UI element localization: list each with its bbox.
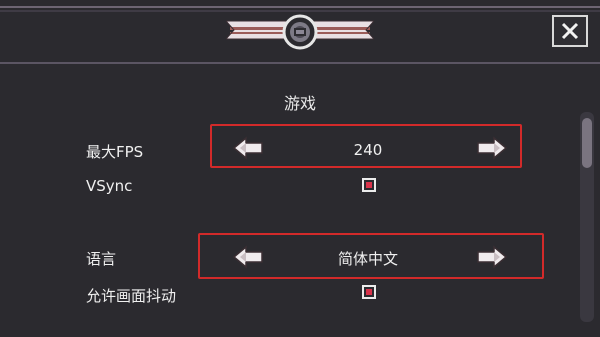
left-arrow-icon[interactable] [232, 245, 266, 269]
checkbox-checked-fill [366, 182, 372, 188]
vsync-checkbox[interactable] [362, 178, 376, 192]
gear-emblem-icon [282, 14, 318, 50]
language-value: 简体中文 [337, 250, 398, 268]
right-arrow-icon[interactable] [474, 136, 508, 160]
section-title: 游戏 [283, 94, 316, 113]
checkbox-checked-fill [366, 289, 372, 295]
header-divider [0, 62, 600, 64]
language-label: 语言 [86, 250, 117, 268]
max-fps-value: 240 [353, 141, 383, 159]
screen-shake-label: 允许画面抖动 [86, 287, 177, 305]
right-arrow-icon[interactable] [474, 245, 508, 269]
screen-shake-checkbox[interactable] [362, 285, 376, 299]
left-arrow-icon[interactable] [232, 136, 266, 160]
header [0, 0, 600, 64]
vsync-label: VSync [86, 177, 133, 195]
close-icon [561, 22, 579, 40]
max-fps-label: 最大FPS [86, 143, 144, 161]
scrollbar-thumb[interactable] [582, 118, 592, 168]
close-button[interactable] [552, 15, 588, 47]
